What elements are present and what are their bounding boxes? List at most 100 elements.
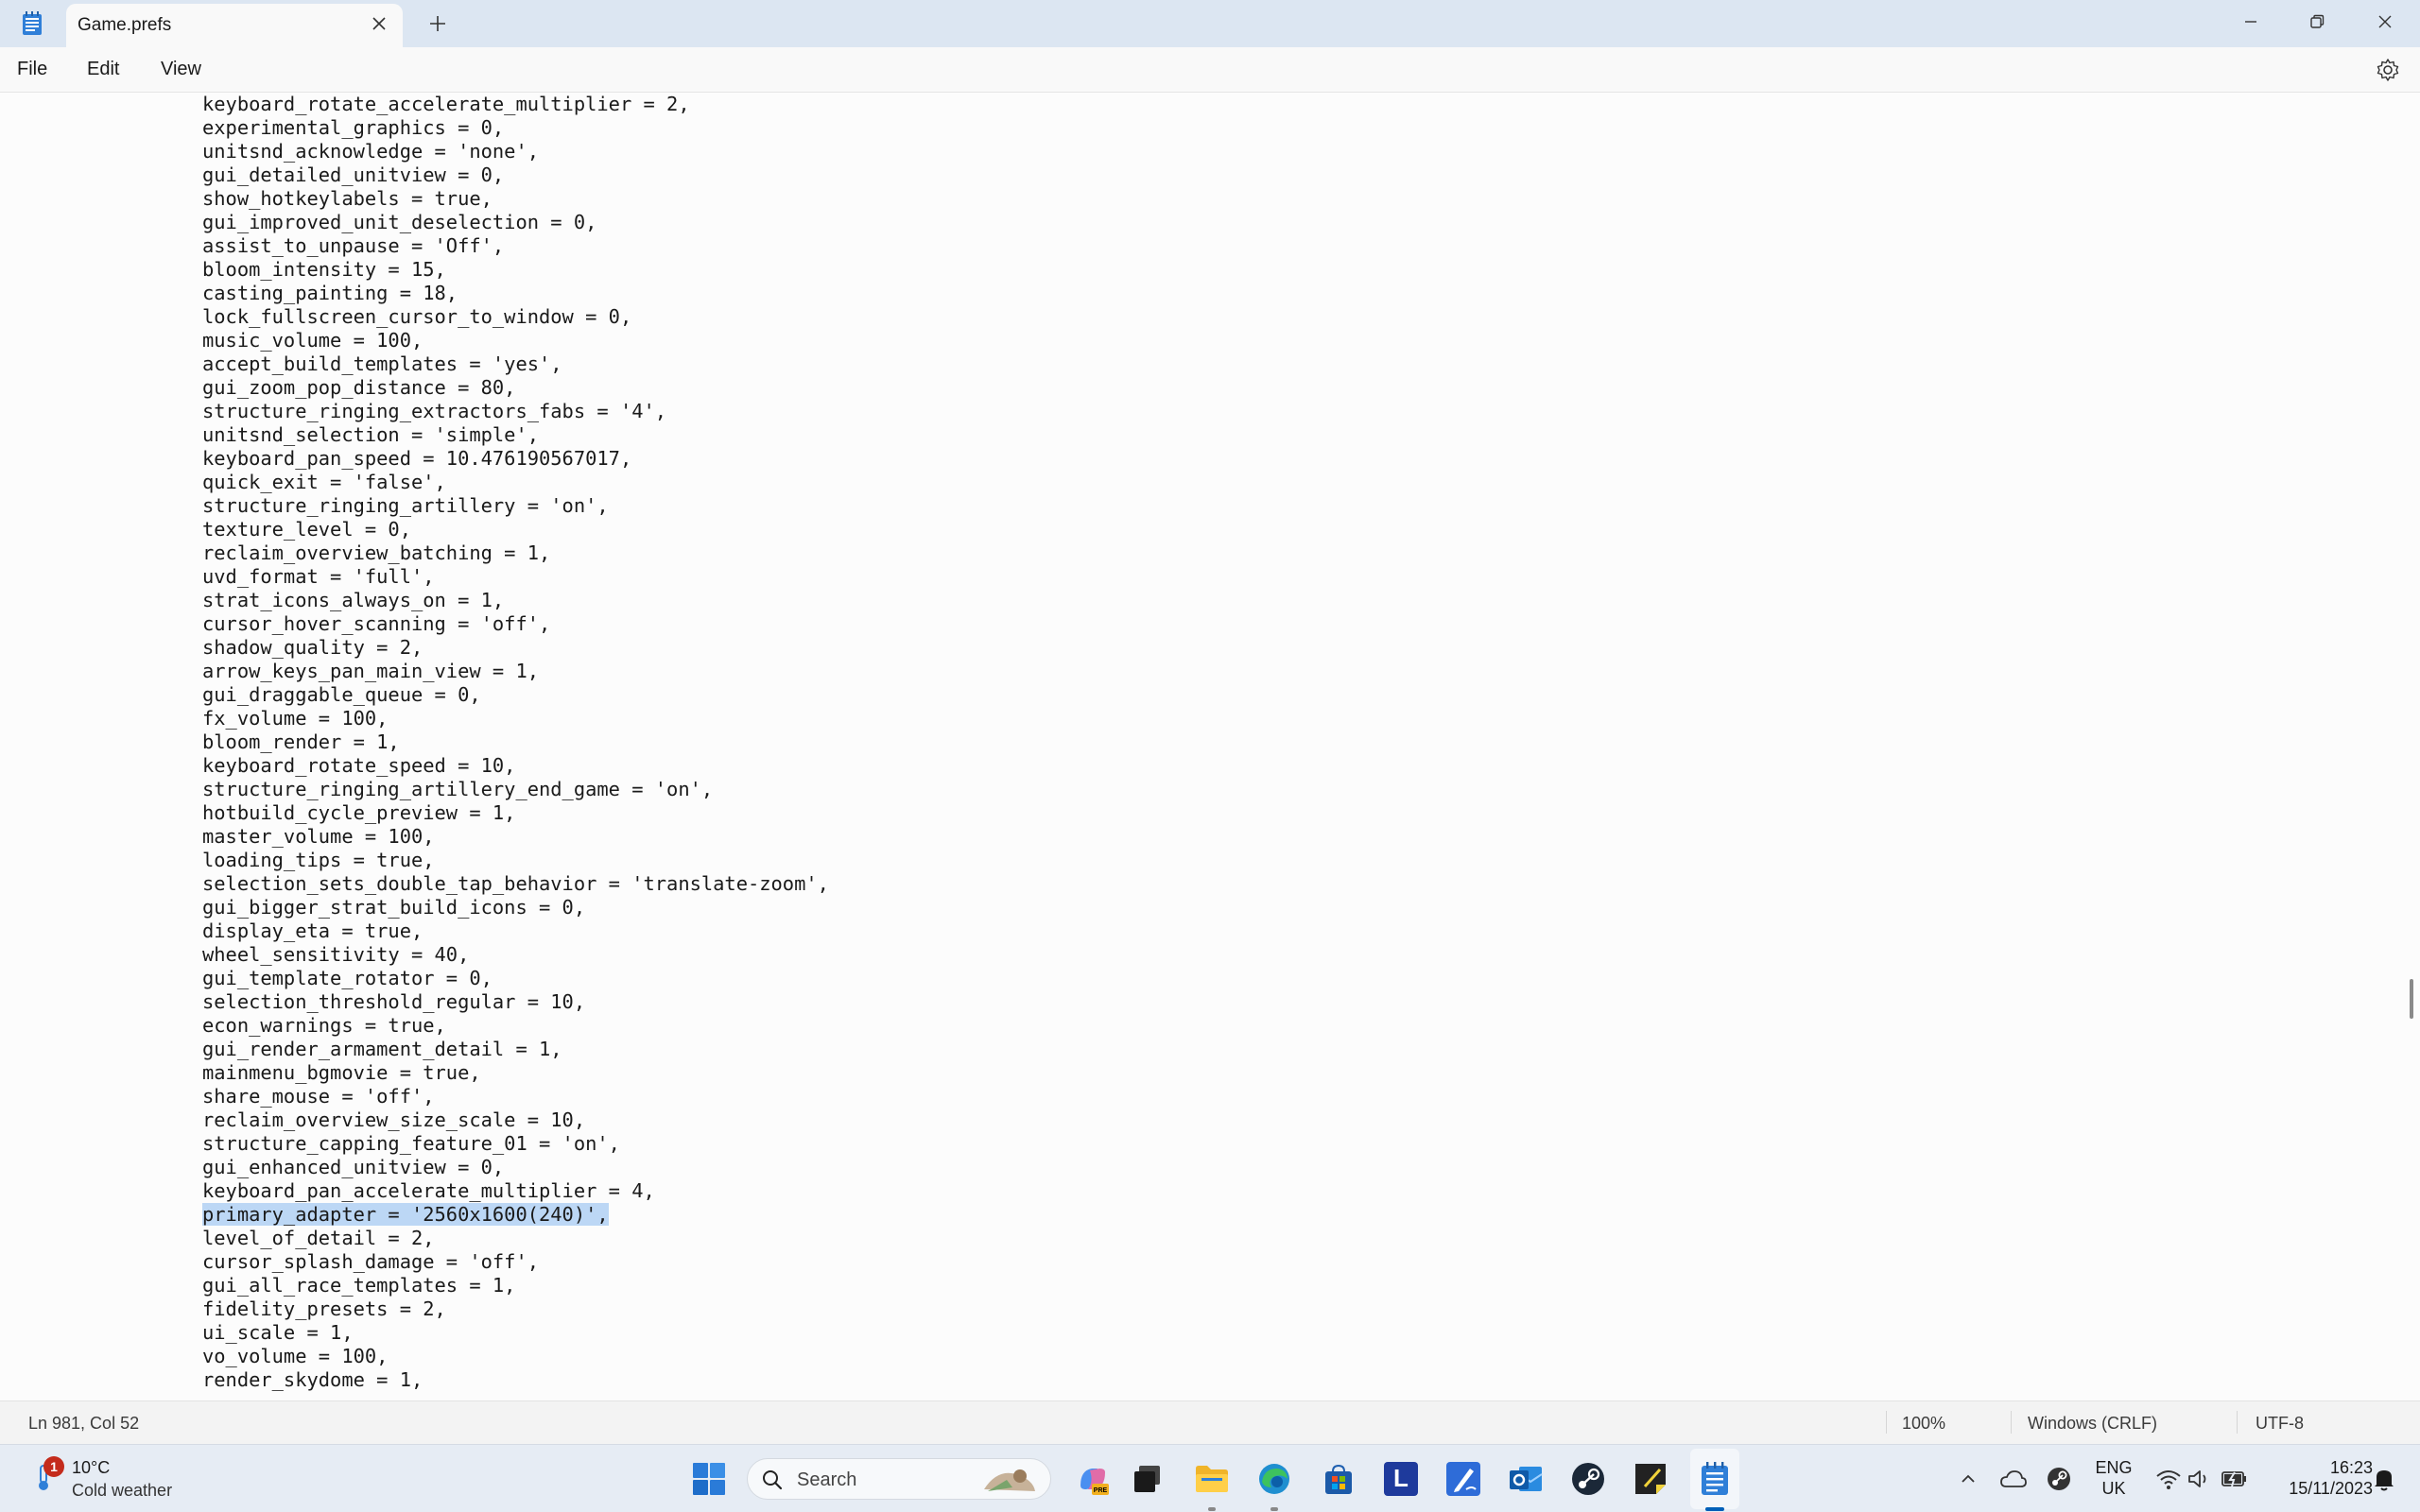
drawing-app-button[interactable]: [1443, 1458, 1484, 1500]
code-line[interactable]: fidelity_presets = 2,: [202, 1297, 829, 1321]
gear-icon[interactable]: [2375, 57, 2401, 83]
microsoft-store-button[interactable]: [1318, 1458, 1359, 1500]
steam-button[interactable]: [1567, 1458, 1609, 1500]
code-line[interactable]: vo_volume = 100,: [202, 1345, 829, 1368]
code-line[interactable]: lock_fullscreen_cursor_to_window = 0,: [202, 305, 829, 329]
weather-widget[interactable]: 1 10°C Cold weather: [26, 1454, 216, 1503]
cursor-position[interactable]: Ln 981, Col 52: [28, 1414, 139, 1434]
code-line[interactable]: gui_zoom_pop_distance = 80,: [202, 376, 829, 400]
menu-edit[interactable]: Edit: [87, 59, 119, 80]
code-line[interactable]: gui_enhanced_unitview = 0,: [202, 1156, 829, 1179]
code-line[interactable]: ui_scale = 1,: [202, 1321, 829, 1345]
code-line-text: keyboard_pan_accelerate_multiplier = 4,: [202, 1179, 655, 1202]
task-view-button[interactable]: [1127, 1458, 1168, 1500]
plus-icon[interactable]: [425, 11, 450, 36]
menu-view[interactable]: View: [161, 59, 201, 80]
code-line[interactable]: cursor_hover_scanning = 'off',: [202, 612, 829, 636]
code-line[interactable]: strat_icons_always_on = 1,: [202, 589, 829, 612]
clock[interactable]: 16:23 15/11/2023: [2259, 1458, 2373, 1502]
code-line[interactable]: structure_capping_feature_01 = 'on',: [202, 1132, 829, 1156]
minimize-button[interactable]: [2218, 0, 2284, 43]
encoding[interactable]: UTF-8: [2256, 1414, 2304, 1434]
file-explorer-button[interactable]: [1191, 1458, 1233, 1500]
code-line[interactable]: selection_sets_double_tap_behavior = 'tr…: [202, 872, 829, 896]
code-line[interactable]: hotbuild_cycle_preview = 1,: [202, 801, 829, 825]
code-line[interactable]: cursor_splash_damage = 'off',: [202, 1250, 829, 1274]
code-line[interactable]: quick_exit = 'false',: [202, 471, 829, 494]
code-line[interactable]: keyboard_pan_accelerate_multiplier = 4,: [202, 1179, 829, 1203]
sticky-notes-button[interactable]: [1630, 1458, 1671, 1500]
code-content[interactable]: keyboard_rotate_accelerate_multiplier = …: [202, 93, 829, 1392]
weather-temperature: 10°C: [72, 1458, 111, 1477]
restore-button[interactable]: [2284, 0, 2350, 43]
battery-button[interactable]: [2214, 1458, 2256, 1500]
code-line[interactable]: accept_build_templates = 'yes',: [202, 352, 829, 376]
edge-button[interactable]: [1253, 1458, 1295, 1500]
code-line[interactable]: experimental_graphics = 0,: [202, 116, 829, 140]
code-line[interactable]: keyboard_rotate_accelerate_multiplier = …: [202, 93, 829, 116]
language-indicator[interactable]: ENG UK: [2089, 1458, 2138, 1502]
code-line[interactable]: keyboard_pan_speed = 10.476190567017,: [202, 447, 829, 471]
code-line[interactable]: keyboard_rotate_speed = 10,: [202, 754, 829, 778]
close-window-button[interactable]: [2352, 0, 2418, 43]
code-line[interactable]: gui_draggable_queue = 0,: [202, 683, 829, 707]
code-line[interactable]: gui_detailed_unitview = 0,: [202, 163, 829, 187]
code-line[interactable]: structure_ringing_artillery = 'on',: [202, 494, 829, 518]
code-line[interactable]: gui_all_race_templates = 1,: [202, 1274, 829, 1297]
code-line[interactable]: texture_level = 0,: [202, 518, 829, 541]
code-line[interactable]: selection_threshold_regular = 10,: [202, 990, 829, 1014]
code-line[interactable]: share_mouse = 'off',: [202, 1085, 829, 1108]
taskbar-search[interactable]: Search: [747, 1458, 1051, 1500]
code-line[interactable]: assist_to_unpause = 'Off',: [202, 234, 829, 258]
code-line[interactable]: econ_warnings = true,: [202, 1014, 829, 1038]
copilot-button[interactable]: PRE: [1072, 1458, 1114, 1500]
start-button[interactable]: [688, 1458, 730, 1500]
vertical-scrollbar[interactable]: [2410, 979, 2413, 1019]
code-line[interactable]: unitsnd_acknowledge = 'none',: [202, 140, 829, 163]
show-hidden-icons-button[interactable]: [1947, 1458, 1989, 1500]
code-line[interactable]: structure_ringing_artillery_end_game = '…: [202, 778, 829, 801]
code-line[interactable]: mainmenu_bgmovie = true,: [202, 1061, 829, 1085]
code-line[interactable]: bloom_intensity = 15,: [202, 258, 829, 282]
menu-file[interactable]: File: [17, 59, 47, 80]
code-line[interactable]: loading_tips = true,: [202, 849, 829, 872]
code-line[interactable]: uvd_format = 'full',: [202, 565, 829, 589]
code-line[interactable]: gui_bigger_strat_build_icons = 0,: [202, 896, 829, 919]
search-icon: [763, 1470, 783, 1490]
steam-tray-button[interactable]: [2038, 1458, 2080, 1500]
code-line[interactable]: fx_volume = 100,: [202, 707, 829, 730]
code-line[interactable]: structure_ringing_extractors_fabs = '4',: [202, 400, 829, 423]
close-icon[interactable]: [369, 13, 389, 34]
code-line[interactable]: wheel_sensitivity = 40,: [202, 943, 829, 967]
code-line[interactable]: gui_improved_unit_deselection = 0,: [202, 211, 829, 234]
onedrive-button[interactable]: [1993, 1458, 2034, 1500]
code-line[interactable]: bloom_render = 1,: [202, 730, 829, 754]
text-editor[interactable]: keyboard_rotate_accelerate_multiplier = …: [0, 93, 2420, 1400]
code-line[interactable]: render_skydome = 1,: [202, 1368, 829, 1392]
l-app-button[interactable]: L: [1380, 1458, 1422, 1500]
code-line[interactable]: level_of_detail = 2,: [202, 1227, 829, 1250]
code-line[interactable]: music_volume = 100,: [202, 329, 829, 352]
sticky-note-icon: [1635, 1464, 1666, 1494]
windows-logo-icon: [693, 1463, 725, 1495]
code-line[interactable]: casting_painting = 18,: [202, 282, 829, 305]
code-line[interactable]: gui_render_armament_detail = 1,: [202, 1038, 829, 1061]
notepad-taskbar-button[interactable]: [1694, 1458, 1736, 1500]
code-line[interactable]: gui_template_rotator = 0,: [202, 967, 829, 990]
code-line[interactable]: shadow_quality = 2,: [202, 636, 829, 660]
code-line[interactable]: reclaim_overview_batching = 1,: [202, 541, 829, 565]
code-line[interactable]: unitsnd_selection = 'simple',: [202, 423, 829, 447]
code-line[interactable]: primary_adapter = '2560x1600(240)',: [202, 1203, 829, 1227]
code-line[interactable]: show_hotkeylabels = true,: [202, 187, 829, 211]
notifications-button[interactable]: [2363, 1458, 2405, 1500]
code-line-text: structure_ringing_artillery = 'on',: [202, 494, 609, 517]
code-line[interactable]: arrow_keys_pan_main_view = 1,: [202, 660, 829, 683]
line-ending[interactable]: Windows (CRLF): [2028, 1414, 2157, 1434]
code-line[interactable]: reclaim_overview_size_scale = 10,: [202, 1108, 829, 1132]
code-line[interactable]: master_volume = 100,: [202, 825, 829, 849]
code-line[interactable]: display_eta = true,: [202, 919, 829, 943]
outlook-button[interactable]: [1505, 1458, 1547, 1500]
code-line-text: show_hotkeylabels = true,: [202, 187, 493, 210]
zoom-level[interactable]: 100%: [1902, 1414, 1945, 1434]
tab-game-prefs[interactable]: Game.prefs: [66, 4, 403, 47]
